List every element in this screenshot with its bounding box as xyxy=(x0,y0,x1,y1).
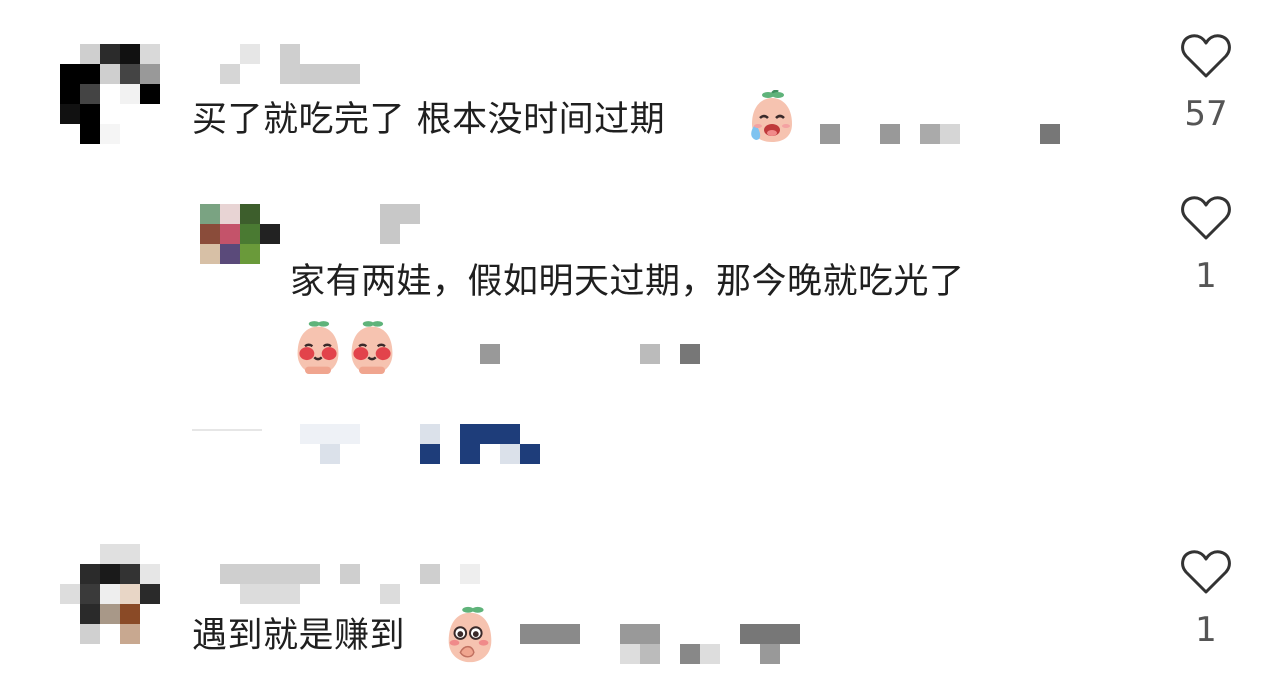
heart-icon[interactable] xyxy=(1180,32,1232,80)
like-control: 57 xyxy=(1176,32,1236,134)
like-count: 57 xyxy=(1184,94,1228,134)
like-control: 1 xyxy=(1176,194,1236,296)
heart-icon[interactable] xyxy=(1180,194,1232,242)
like-count: 1 xyxy=(1195,610,1217,650)
avatar[interactable] xyxy=(60,544,160,644)
heart-icon[interactable] xyxy=(1180,548,1232,596)
like-control: 1 xyxy=(1176,548,1236,650)
thinking-face-emoji xyxy=(448,606,492,663)
blushing-face-emoji xyxy=(351,321,393,374)
comment-text: 遇到就是赚到 xyxy=(192,616,406,656)
reply-text: 家有两娃，假如明天过期，那今晚就吃光了 xyxy=(290,262,965,302)
crying-face-emoji xyxy=(751,90,792,142)
blushing-face-emoji xyxy=(297,321,339,374)
like-count: 1 xyxy=(1195,256,1217,296)
divider xyxy=(192,429,262,431)
avatar[interactable] xyxy=(200,204,280,264)
comment-text: 买了就吃完了 根本没时间过期 xyxy=(192,100,666,140)
avatar[interactable] xyxy=(60,44,160,144)
